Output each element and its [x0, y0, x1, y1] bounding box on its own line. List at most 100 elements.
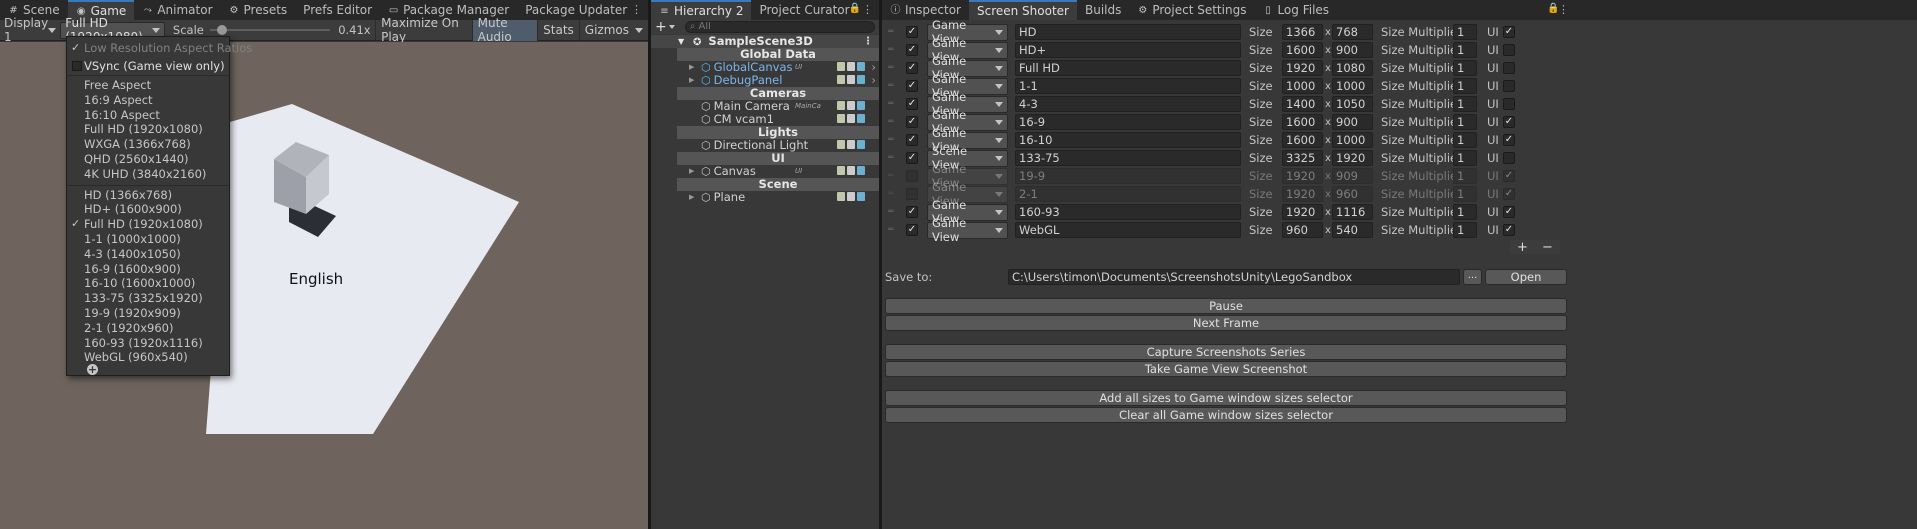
menu-item[interactable]: 160-93 (1920x1116) [67, 336, 229, 351]
expand-arrow-icon[interactable]: ▶ [689, 165, 694, 178]
width-field[interactable]: 1920 [1282, 204, 1323, 220]
height-field[interactable]: 1050 [1332, 96, 1373, 112]
scale-slider[interactable] [209, 23, 331, 37]
multiplier-field[interactable]: 1 [1453, 96, 1477, 112]
hierarchy-item[interactable]: ⬡ Directional Light [677, 139, 879, 152]
name-field[interactable]: 160-93 [1015, 204, 1241, 220]
ui-checkbox[interactable] [1503, 152, 1515, 164]
drag-handle-icon[interactable]: ═ [888, 81, 893, 91]
width-field[interactable]: 1400 [1282, 96, 1323, 112]
ui-checkbox[interactable]: ✓ [1503, 170, 1515, 182]
name-field[interactable]: 133-75 [1015, 150, 1241, 166]
add-all-sizes-button[interactable]: Add all sizes to Game window sizes selec… [885, 390, 1567, 406]
add-size-button[interactable]: + [1517, 240, 1528, 255]
name-field[interactable]: Full HD [1015, 60, 1241, 76]
checkbox[interactable] [72, 61, 82, 71]
save-path-field[interactable]: C:\Users\timon\Documents\ScreenshotsUnit… [1008, 269, 1460, 285]
width-field[interactable]: 1920 [1282, 168, 1323, 184]
create-button[interactable]: + [655, 20, 667, 34]
width-field[interactable]: 1366 [1282, 24, 1323, 40]
width-field[interactable]: 1600 [1282, 42, 1323, 58]
multiplier-field[interactable]: 1 [1453, 204, 1477, 220]
width-field[interactable]: 1920 [1282, 60, 1323, 76]
multiplier-field[interactable]: 1 [1453, 114, 1477, 130]
menu-item[interactable]: 16-9 (1600x900) [67, 262, 229, 277]
tab-hierarchy[interactable]: ≡ Hierarchy 2 [651, 0, 752, 20]
ui-checkbox[interactable]: ✓ [1503, 116, 1515, 128]
enabled-checkbox[interactable]: ✓ [906, 44, 918, 56]
menu-item[interactable]: 16-10 (1600x1000) [67, 276, 229, 291]
enabled-checkbox[interactable]: ✓ [906, 116, 918, 128]
multiplier-field[interactable]: 1 [1453, 222, 1477, 238]
tab-builds[interactable]: Builds [1077, 0, 1129, 20]
drag-handle-icon[interactable]: ═ [888, 99, 893, 109]
menu-item[interactable]: 19-9 (1920x909) [67, 306, 229, 321]
open-button[interactable]: Open [1485, 269, 1567, 285]
expand-arrow-icon[interactable]: ▼ [678, 35, 684, 48]
ui-checkbox[interactable]: ✓ [1503, 26, 1515, 38]
enabled-checkbox[interactable]: ✓ [906, 134, 918, 146]
width-field[interactable]: 1600 [1282, 132, 1323, 148]
enabled-checkbox[interactable] [906, 170, 918, 182]
menu-item[interactable]: 4K UHD (3840x2160) [67, 167, 229, 182]
maximize-on-play-button[interactable]: Maximize On Play [375, 16, 472, 44]
ui-checkbox[interactable] [1503, 44, 1515, 56]
height-field[interactable]: 1080 [1332, 60, 1373, 76]
drag-handle-icon[interactable]: ═ [888, 189, 893, 199]
width-field[interactable]: 1920 [1282, 186, 1323, 202]
height-field[interactable]: 1116 [1332, 204, 1373, 220]
hierarchy-item[interactable]: ▶ ⬡ Plane [677, 191, 879, 204]
kebab-menu-icon[interactable]: ⋮ [1558, 3, 1569, 16]
drag-handle-icon[interactable]: ═ [888, 27, 893, 37]
width-field[interactable]: 1000 [1282, 78, 1323, 94]
name-field[interactable]: 1-1 [1015, 78, 1241, 94]
menu-item[interactable]: HD+ (1600x900) [67, 202, 229, 217]
hierarchy-item[interactable]: ⬡ CM vcam1 [677, 113, 879, 126]
name-field[interactable]: 2-1 [1015, 186, 1241, 202]
enabled-checkbox[interactable]: ✓ [906, 80, 918, 92]
ui-checkbox[interactable] [1503, 62, 1515, 74]
ui-checkbox[interactable]: ✓ [1503, 206, 1515, 218]
tab-presets[interactable]: ⚙ Presets [221, 0, 296, 20]
multiplier-field[interactable]: 1 [1453, 42, 1477, 58]
expand-arrow-icon[interactable]: ▶ [689, 74, 694, 87]
next-frame-button[interactable]: Next Frame [885, 315, 1567, 331]
drag-handle-icon[interactable]: ═ [888, 135, 893, 145]
kebab-menu-icon[interactable]: ⋮ [631, 3, 642, 16]
multiplier-field[interactable]: 1 [1453, 132, 1477, 148]
menu-item[interactable]: 16:10 Aspect [67, 108, 229, 123]
height-field[interactable]: 900 [1332, 42, 1373, 58]
capture-series-button[interactable]: Capture Screenshots Series [885, 344, 1567, 360]
height-field[interactable]: 1000 [1332, 132, 1373, 148]
ui-checkbox[interactable] [1503, 80, 1515, 92]
enabled-checkbox[interactable]: ✓ [906, 26, 918, 38]
enabled-checkbox[interactable]: ✓ [906, 206, 918, 218]
tab-inspector[interactable]: ⓘ Inspector [882, 0, 969, 20]
tab-project-settings[interactable]: ⚙ Project Settings [1129, 0, 1254, 20]
hierarchy-item[interactable]: ⬡ Main Camera MainCa [677, 100, 879, 113]
take-game-view-screenshot-button[interactable]: Take Game View Screenshot [885, 361, 1567, 377]
height-field[interactable]: 1000 [1332, 78, 1373, 94]
enabled-checkbox[interactable]: ✓ [906, 62, 918, 74]
drag-handle-icon[interactable]: ═ [888, 207, 893, 217]
height-field[interactable]: 768 [1332, 24, 1373, 40]
width-field[interactable]: 3325 [1282, 150, 1323, 166]
drag-handle-icon[interactable]: ═ [888, 153, 893, 163]
enabled-checkbox[interactable]: ✓ [906, 152, 918, 164]
name-field[interactable]: HD+ [1015, 42, 1241, 58]
tab-log-files[interactable]: ▯ Log Files [1254, 0, 1337, 20]
ui-checkbox[interactable]: ✓ [1503, 134, 1515, 146]
scene-menu-icon[interactable]: ⋮ [863, 35, 873, 48]
enabled-checkbox[interactable] [906, 188, 918, 200]
ui-checkbox[interactable]: ✓ [1503, 224, 1515, 236]
width-field[interactable]: 960 [1282, 222, 1323, 238]
name-field[interactable]: 4-3 [1015, 96, 1241, 112]
add-resolution-button[interactable]: + [87, 364, 98, 375]
hierarchy-search-input[interactable]: ⌕ All [684, 21, 875, 33]
ui-checkbox[interactable] [1503, 98, 1515, 110]
multiplier-field[interactable]: 1 [1453, 186, 1477, 202]
menu-item[interactable]: Full HD (1920x1080) [67, 122, 229, 137]
multiplier-field[interactable]: 1 [1453, 24, 1477, 40]
menu-item[interactable]: 1-1 (1000x1000) [67, 232, 229, 247]
height-field[interactable]: 540 [1332, 222, 1373, 238]
